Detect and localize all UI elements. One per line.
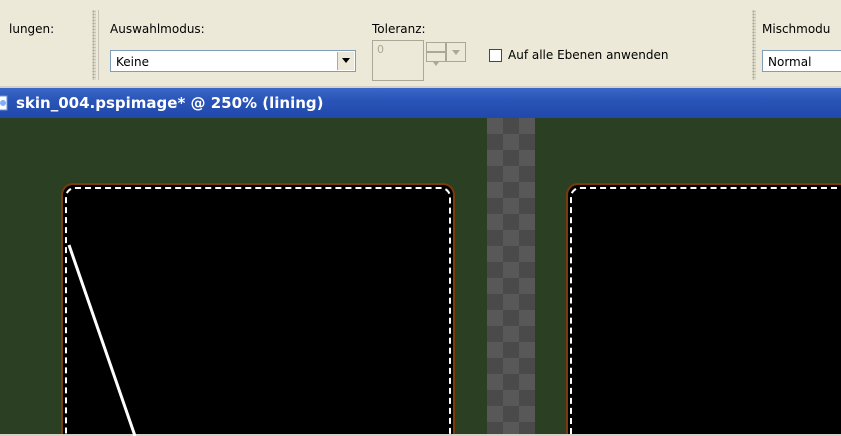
document-title: skin_004.pspimage* @ 250% (lining) <box>16 94 324 112</box>
selection-marquee-right <box>570 187 841 434</box>
selection-mode-dropdown-button[interactable] <box>337 52 354 70</box>
transparent-area <box>487 118 535 434</box>
selection-mode-select[interactable]: Keine <box>110 50 356 72</box>
arrow-down-icon <box>433 62 439 66</box>
blend-mode-label: Mischmodu <box>762 22 831 36</box>
tolerance-field[interactable]: 0 <box>372 40 424 81</box>
blend-mode-select[interactable]: Normal <box>762 50 841 72</box>
tolerance-up-button[interactable] <box>426 42 446 56</box>
skin-panel-right[interactable] <box>566 183 841 434</box>
toolbar-separator <box>98 10 99 80</box>
selection-mode-label: Auswahlmodus: <box>110 22 205 36</box>
skin-panel-left[interactable] <box>61 183 455 436</box>
chevron-down-icon <box>342 58 350 63</box>
partial-option-label: lungen: <box>9 22 55 36</box>
document-title-bar[interactable]: skin_004.pspimage* @ 250% (lining) <box>0 88 841 118</box>
tool-options-toolbar: lungen: Auswahlmodus: Keine Toleranz: 0 … <box>0 0 841 86</box>
selection-mode-value: Keine <box>116 55 149 69</box>
toolbar-grip-2[interactable] <box>752 10 756 80</box>
diagonal-line <box>67 244 137 436</box>
tolerance-value: 0 <box>377 43 384 56</box>
slider-arrow-icon <box>452 50 460 55</box>
all-layers-label: Auf alle Ebenen anwenden <box>508 48 669 62</box>
toolbar-grip[interactable] <box>92 10 96 80</box>
tolerance-label: Toleranz: <box>372 22 426 36</box>
tolerance-down-button[interactable] <box>426 52 446 66</box>
blend-mode-value: Normal <box>768 55 812 69</box>
tolerance-slider-button[interactable] <box>446 42 466 62</box>
tolerance-spinner[interactable]: 0 <box>372 40 468 81</box>
document-icon <box>0 95 8 111</box>
all-layers-checkbox[interactable] <box>489 49 502 62</box>
